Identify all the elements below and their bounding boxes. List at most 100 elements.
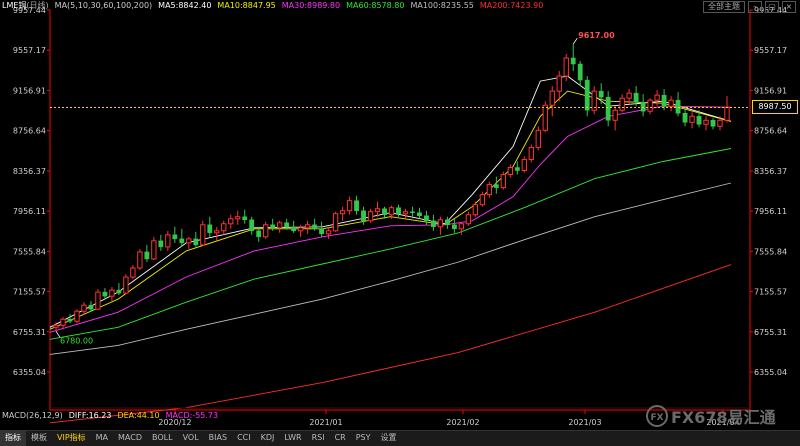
candle-body (535, 129, 541, 148)
candle (137, 248, 143, 271)
tab-11[interactable]: RSI (307, 431, 330, 446)
candle-body (221, 223, 227, 232)
macd-value: MACD:-55.73 (165, 411, 219, 420)
candle-body (158, 240, 164, 248)
candle-body (396, 207, 401, 214)
tab-1[interactable]: 模板 (26, 431, 52, 446)
y-tick-label-left: 6755.31 (13, 328, 46, 337)
ma200-value: MA200:7423.90 (479, 1, 544, 10)
tab-3[interactable]: MA (91, 431, 113, 446)
period-tag: (日线) (26, 1, 49, 10)
candle-body (724, 106, 730, 121)
candle-body (500, 174, 507, 189)
tab-5[interactable]: BOLL (147, 431, 178, 446)
candle (74, 309, 80, 324)
candle-body (242, 216, 248, 221)
candle-body (297, 227, 304, 232)
candle-body (382, 208, 387, 215)
fx678-logo: FX FX678易汇通 (646, 404, 776, 428)
price-chart[interactable]: 9957.449557.179156.918756.648356.377956.… (0, 0, 800, 445)
y-tick-label-left: 7956.11 (13, 207, 46, 216)
candle (535, 126, 541, 151)
candle-body (276, 222, 283, 229)
symbol-label[interactable]: LME铜 (2, 0, 26, 12)
candle-body (570, 57, 576, 65)
candle-body (563, 57, 569, 77)
tab-6[interactable]: VOL (178, 431, 204, 446)
candle (528, 144, 534, 163)
y-tick-label-right: 8756.64 (754, 127, 787, 136)
candle-body (312, 224, 318, 230)
candle (584, 76, 590, 117)
tab-9[interactable]: KDJ (256, 431, 280, 446)
candle-body (696, 116, 702, 125)
candle-body (116, 289, 122, 294)
candle-body (444, 219, 450, 226)
candle-body (584, 79, 590, 111)
tab-8[interactable]: CCI (232, 431, 256, 446)
candle-body (514, 167, 520, 171)
y-tick-label-right: 7155.57 (754, 288, 787, 297)
y-tick-label-left: 9156.91 (13, 86, 46, 95)
candle-body (458, 223, 465, 230)
candle-body (60, 318, 66, 326)
macd-spec: MACD(26,12,9) (2, 411, 63, 420)
candle-body (431, 220, 436, 228)
close-icon[interactable]: × (782, 1, 796, 13)
candle-body (647, 99, 653, 112)
tab-10[interactable]: LWR (279, 431, 306, 446)
candle-body (81, 304, 87, 312)
candle-body (200, 224, 206, 246)
ma60-value: MA60:8578.80 (346, 1, 405, 10)
x-tick-label: 2021/02 (446, 418, 479, 427)
tab-2[interactable]: VIP指标 (52, 431, 91, 446)
candle-body (256, 230, 262, 238)
candle-body (598, 90, 604, 98)
tab-14[interactable]: 设置 (376, 431, 402, 446)
candle-body (193, 238, 199, 246)
candle-body (144, 251, 150, 260)
tab-0[interactable]: 指标 (0, 431, 26, 446)
tab-13[interactable]: PSY (351, 431, 376, 446)
y-tick-label-right: 7555.84 (754, 247, 787, 256)
candle (200, 220, 206, 246)
y-tick-label-left: 7155.57 (13, 288, 46, 297)
y-tick-label-left: 7555.84 (13, 247, 46, 256)
minimize-icon[interactable]: – (748, 1, 762, 13)
candle-body (493, 184, 499, 188)
indicator-tabs: 指标 模板 VIP指标 MA MACD BOLL VOL BIAS CCI KDJ LWR RSI CR… (0, 430, 800, 446)
high-label: 9617.00 (578, 31, 615, 40)
candle-body (451, 224, 457, 230)
candle-body (556, 75, 562, 92)
candle-body (228, 218, 234, 225)
tab-12[interactable]: CR (330, 431, 351, 446)
theme-button[interactable]: 全部主题 (703, 1, 745, 13)
y-tick-label-left: 8356.37 (13, 167, 46, 176)
candle-body (549, 90, 555, 106)
y-tick-label-left: 9557.17 (13, 46, 46, 55)
x-tick-label: 2021/03 (568, 418, 601, 427)
tab-7[interactable]: BIAS (204, 431, 232, 446)
ma100-value: MA100:8235.55 (410, 1, 474, 10)
logo-mark: FX (646, 405, 668, 427)
candle-body (542, 104, 548, 131)
candle-body (291, 226, 297, 232)
candle-body (640, 101, 646, 112)
logo-text: FX678易汇通 (671, 408, 776, 427)
candle-body (605, 96, 611, 121)
candle-body (137, 251, 143, 269)
maximize-icon[interactable]: ▢ (765, 1, 779, 13)
candle-body (619, 97, 625, 111)
tab-4[interactable]: MACD (113, 431, 147, 446)
candle-body (388, 207, 395, 216)
y-tick-label-left: 8756.64 (13, 127, 46, 136)
candle-body (465, 214, 472, 225)
y-tick-label-left: 6355.04 (13, 368, 46, 377)
last-price-box: 8987.50 (752, 100, 798, 115)
ma10-value: MA10:8847.95 (217, 1, 276, 10)
y-tick-label-right: 6355.04 (754, 368, 787, 377)
candle-body (437, 219, 444, 228)
y-tick-label-right: 8356.37 (754, 167, 787, 176)
ma30-value: MA30:8989.80 (281, 1, 341, 10)
candle-body (53, 324, 59, 328)
